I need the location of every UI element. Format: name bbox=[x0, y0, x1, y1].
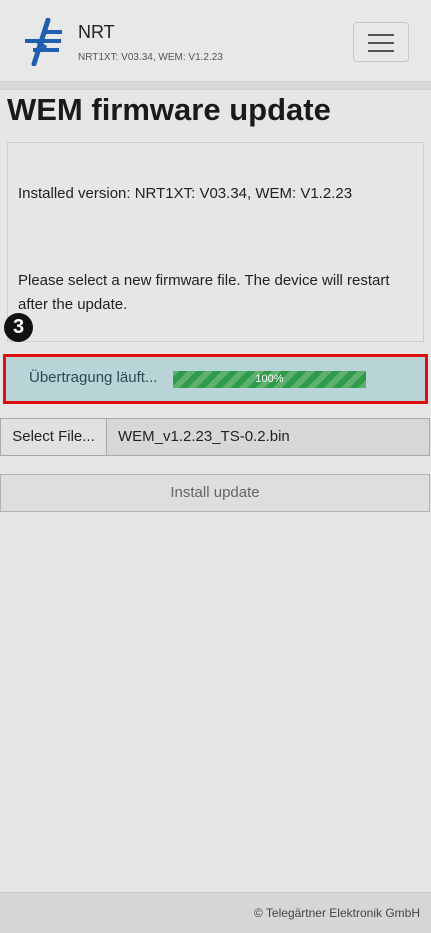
page-title: WEM firmware update bbox=[7, 92, 331, 127]
installed-version-text: Installed version: NRT1XT: V03.34, WEM: … bbox=[18, 185, 353, 202]
select-file-button[interactable]: Select File... bbox=[0, 418, 107, 456]
install-update-button[interactable]: Install update bbox=[0, 474, 430, 512]
hamburger-menu-icon bbox=[368, 34, 394, 36]
app-header: NRT NRT1XT: V03.34, WEM: V1.2.23 bbox=[0, 0, 431, 82]
file-picker-row: Select File... WEM_v1.2.23_TS-0.2.bin bbox=[0, 418, 431, 456]
progress-bar: 100% bbox=[173, 371, 366, 388]
copyright-text: © Telegärtner Elektronik GmbH bbox=[253, 906, 420, 920]
app-name: NRT bbox=[78, 22, 115, 42]
progress-label: 100% bbox=[255, 373, 284, 385]
menu-button[interactable] bbox=[353, 22, 409, 62]
file-name-field[interactable]: WEM_v1.2.23_TS-0.2.bin bbox=[106, 418, 430, 456]
step-number-badge: 3 bbox=[4, 313, 33, 342]
upload-status-panel: Übertragung läuft... 100% bbox=[3, 354, 428, 404]
header-divider bbox=[0, 82, 431, 90]
transfer-status-text: Übertragung läuft... bbox=[29, 369, 158, 386]
app-version: NRT1XT: V03.34, WEM: V1.2.23 bbox=[78, 52, 223, 63]
nrt-logo-icon[interactable] bbox=[20, 18, 66, 66]
footer: © Telegärtner Elektronik GmbH bbox=[0, 892, 431, 933]
info-panel: Installed version: NRT1XT: V03.34, WEM: … bbox=[7, 142, 424, 342]
instructions-text: Please select a new firmware file. The d… bbox=[18, 272, 390, 313]
